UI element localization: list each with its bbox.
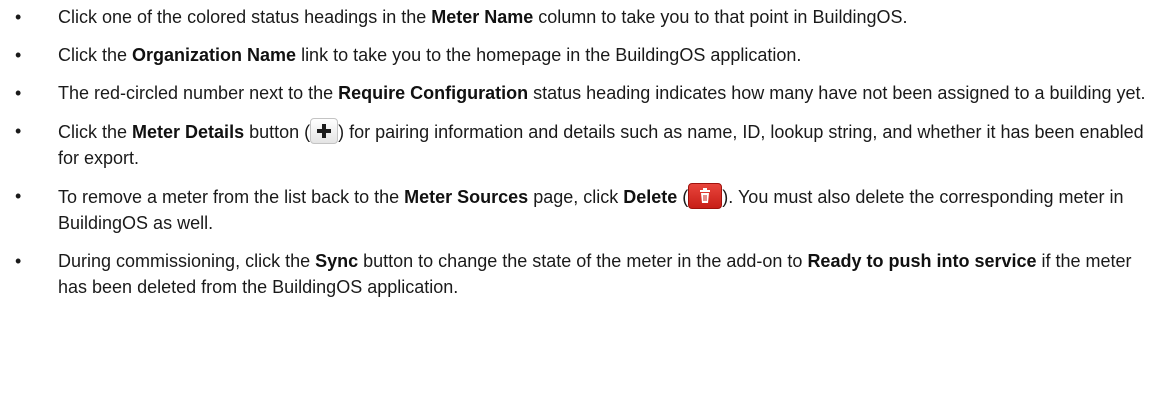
trash-icon — [688, 183, 723, 209]
term-organization-name: Organization Name — [132, 45, 297, 65]
plus-icon — [310, 118, 339, 144]
item-text: page, click — [528, 187, 624, 207]
list-item: • The red-circled number next to the Req… — [0, 80, 1168, 106]
item-text: ( — [677, 187, 689, 207]
bullet-marker: • — [15, 45, 22, 65]
term-meter-details: Meter Details — [132, 122, 245, 142]
term-ready-to-push: Ready to push into service — [807, 251, 1037, 271]
bullet-marker: • — [15, 251, 22, 271]
term-meter-sources: Meter Sources — [404, 187, 529, 207]
term-require-configuration: Require Configuration — [338, 83, 529, 103]
bullet-marker: • — [15, 7, 22, 27]
bullet-marker: • — [15, 121, 22, 141]
item-text: Click one of the colored status headings… — [58, 7, 432, 27]
item-text: To remove a meter from the list back to … — [58, 187, 405, 207]
term-sync: Sync — [315, 251, 359, 271]
item-text: Click the — [58, 122, 133, 142]
list-item: • Click the Organization Name link to ta… — [0, 42, 1168, 68]
bullet-marker: • — [15, 186, 22, 206]
term-meter-name: Meter Name — [431, 7, 534, 27]
item-text: status heading indicates how many have n… — [528, 83, 1146, 103]
list-item: • During commissioning, click the Sync b… — [0, 248, 1168, 300]
item-text: button to change the state of the meter … — [358, 251, 808, 271]
item-text: link to take you to the homepage in the … — [296, 45, 802, 65]
item-text: column to take you to that point in Buil… — [533, 7, 908, 27]
list-item: • Click one of the colored status headin… — [0, 4, 1168, 30]
item-text: Click the — [58, 45, 133, 65]
item-text: During commissioning, click the — [58, 251, 316, 271]
term-delete: Delete — [623, 187, 678, 207]
instruction-document: • Click one of the colored status headin… — [0, 4, 1168, 312]
list-item: • To remove a meter from the list back t… — [0, 183, 1168, 236]
item-text: The red-circled number next to the — [58, 83, 339, 103]
item-text: button ( — [244, 122, 311, 142]
list-item: • Click the Meter Details button () for … — [0, 118, 1168, 171]
bullet-marker: • — [15, 83, 22, 103]
instruction-list: • Click one of the colored status headin… — [0, 4, 1168, 300]
